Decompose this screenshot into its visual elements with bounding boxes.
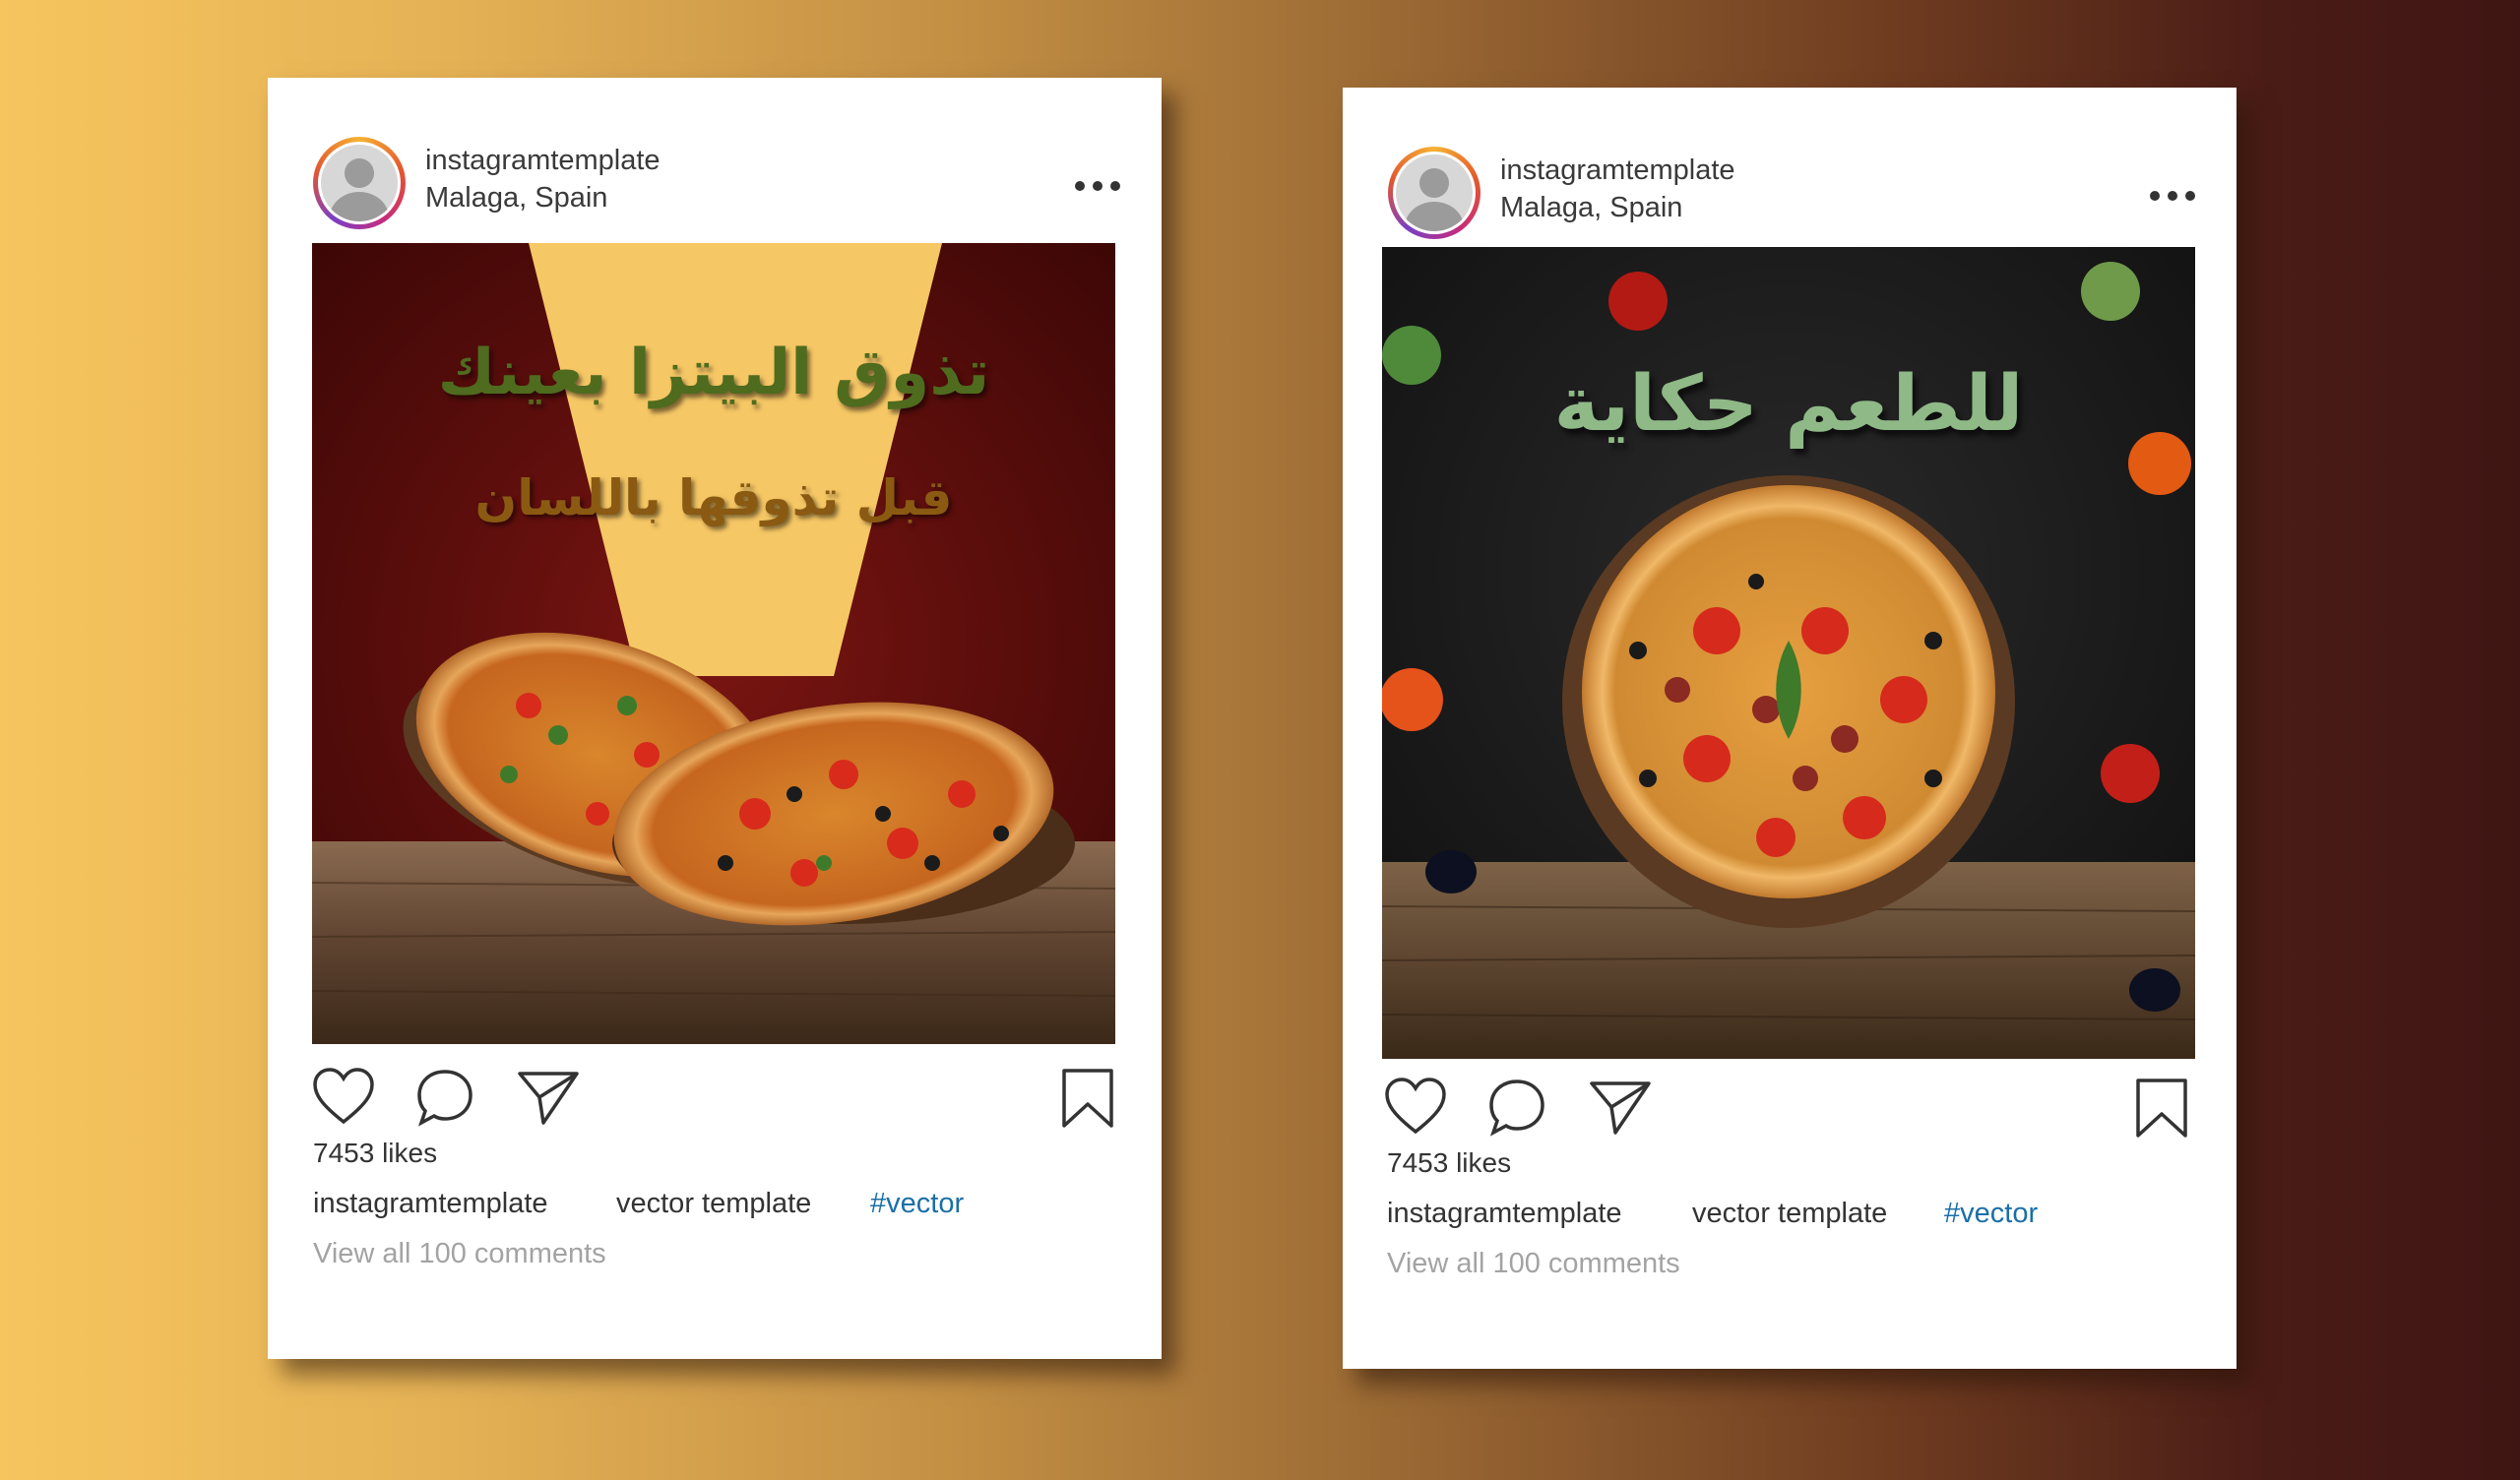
comment-icon[interactable] [1487,1078,1546,1137]
username[interactable]: instagramtemplate [425,145,661,177]
caption-username[interactable]: instagramtemplate [1387,1198,1622,1230]
post-image[interactable]: تذوق البيتزا بعينك قبل تذوقها باللسان [312,243,1115,1044]
heart-icon[interactable] [311,1067,376,1126]
comment-icon[interactable] [415,1068,474,1127]
likes-count[interactable]: 7453 likes [1387,1147,1511,1179]
headline-1: للطعم حكاية [1553,360,2024,449]
avatar-icon [321,145,398,221]
caption-hashtag[interactable]: #vector [870,1188,964,1220]
avatar-icon [1396,154,1473,231]
avatar[interactable] [1388,147,1480,239]
headline-1: تذوق البيتزا بعينك [437,337,990,409]
location[interactable]: Malaga, Spain [425,182,607,215]
caption-username[interactable]: instagramtemplate [313,1188,548,1220]
more-options-icon[interactable] [1073,176,1122,196]
heart-icon[interactable] [1383,1077,1448,1136]
post-image[interactable]: للطعم حكاية [1382,247,2195,1059]
caption-text: vector template [616,1188,812,1219]
bookmark-icon[interactable] [1060,1067,1115,1130]
likes-count[interactable]: 7453 likes [313,1138,437,1169]
bookmark-icon[interactable] [2134,1077,2189,1140]
share-icon[interactable] [516,1068,581,1127]
caption-hashtag[interactable]: #vector [1944,1198,2038,1230]
avatar[interactable] [313,137,406,229]
post-card-2: instagramtemplate Malaga, Spain للطعم حك… [1343,88,2236,1369]
username[interactable]: instagramtemplate [1500,154,1735,187]
post-card-1: instagramtemplate Malaga, Spain تذوق الب… [268,78,1162,1359]
caption-text: vector template [1692,1198,1888,1229]
headline-2: قبل تذوقها باللسان [474,469,953,526]
view-comments-link[interactable]: View all 100 comments [1387,1248,1680,1280]
view-comments-link[interactable]: View all 100 comments [313,1238,606,1270]
more-options-icon[interactable] [2148,186,2197,206]
share-icon[interactable] [1588,1078,1653,1137]
location[interactable]: Malaga, Spain [1500,192,1682,224]
